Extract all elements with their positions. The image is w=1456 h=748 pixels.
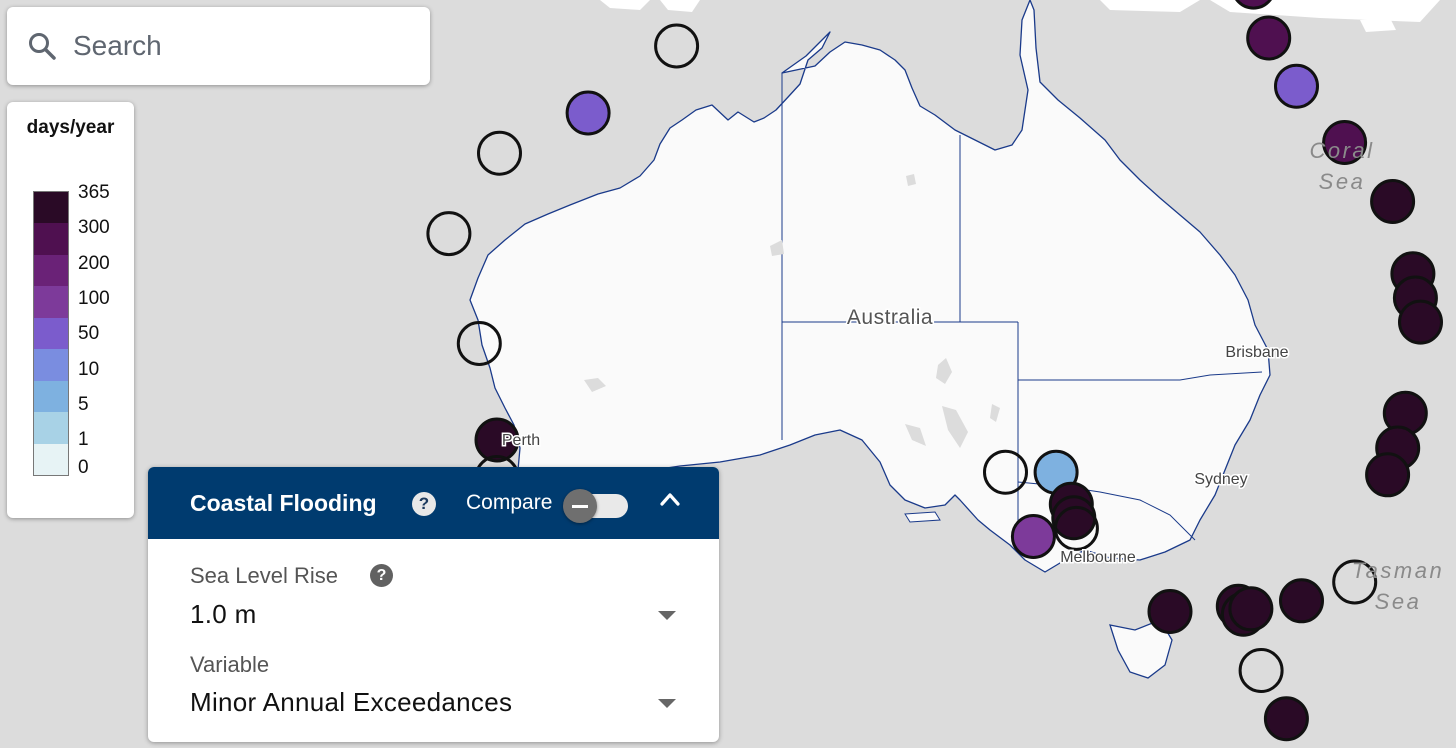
station-marker-carnarvon[interactable] bbox=[426, 211, 472, 257]
station-marker-townsville[interactable] bbox=[1274, 63, 1319, 109]
kangaroo-island bbox=[904, 511, 941, 523]
city-label-sydney: Sydney bbox=[1194, 471, 1247, 488]
station-marker-hobart[interactable] bbox=[1263, 696, 1309, 742]
tasman-sea-label: Tasman bbox=[1352, 558, 1444, 583]
compare-label: Compare bbox=[466, 491, 553, 514]
legend-swatch bbox=[34, 317, 68, 350]
legend-label: 0 bbox=[78, 457, 89, 478]
legend-swatch bbox=[34, 286, 68, 318]
city-label-melbourne: Melbourne bbox=[1060, 549, 1136, 566]
legend-swatch bbox=[34, 223, 68, 255]
variable-select[interactable]: Minor Annual Exceedances bbox=[178, 683, 698, 719]
legend-label: 100 bbox=[78, 288, 110, 309]
legend-swatch bbox=[34, 443, 68, 475]
legend-swatch bbox=[34, 192, 68, 224]
sea-level-help-icon[interactable]: ? bbox=[370, 564, 393, 587]
legend-swatch bbox=[34, 380, 68, 413]
city-label-perth: Perth bbox=[502, 432, 540, 449]
variable-dropdown-icon bbox=[658, 699, 676, 708]
island-5 bbox=[1360, 18, 1396, 32]
station-marker-port-hedland[interactable] bbox=[565, 90, 611, 136]
station-marker-tasmania-north[interactable] bbox=[1238, 648, 1284, 693]
city-label-brisbane: Brisbane bbox=[1225, 344, 1288, 361]
legend-swatch bbox=[34, 412, 68, 444]
station-marker-sydney-2[interactable] bbox=[1365, 452, 1411, 498]
search-icon bbox=[29, 33, 56, 60]
station-marker-broome[interactable] bbox=[654, 23, 700, 69]
station-marker-brisbane-3[interactable] bbox=[1398, 299, 1443, 345]
legend-label: 50 bbox=[78, 323, 100, 344]
legend-label: 5 bbox=[78, 394, 89, 415]
sea-level-rise-select[interactable]: 1.0 m bbox=[178, 595, 698, 631]
chevron-up-icon[interactable] bbox=[656, 485, 684, 513]
station-marker-onslow[interactable] bbox=[477, 130, 522, 176]
search-box[interactable] bbox=[7, 7, 430, 85]
station-marker-melbourne-3[interactable] bbox=[1228, 586, 1274, 632]
variable-value: Minor Annual Exceedances bbox=[190, 687, 513, 717]
legend-label: 200 bbox=[78, 253, 110, 274]
search-input[interactable] bbox=[71, 29, 405, 63]
coastal-flooding-panel: Coastal Flooding ? Compare Sea Level Ris… bbox=[148, 467, 719, 742]
variable-label: Variable bbox=[190, 652, 270, 677]
country-label: Australia bbox=[847, 306, 933, 329]
legend-label: 365 bbox=[78, 182, 110, 203]
compare-toggle-knob[interactable] bbox=[563, 489, 597, 523]
tasman-sea-label: Sea bbox=[1375, 589, 1422, 614]
island-3 bbox=[1100, 0, 1200, 12]
help-icon[interactable]: ? bbox=[412, 492, 436, 516]
sea-level-dropdown-icon bbox=[658, 611, 676, 620]
coral-sea-label: Sea bbox=[1319, 169, 1366, 194]
legend-label: 300 bbox=[78, 217, 110, 238]
legend-title: days/year bbox=[26, 117, 115, 138]
station-marker-lakes-entrance[interactable] bbox=[1279, 578, 1324, 624]
legend-swatch bbox=[34, 254, 68, 287]
legend-swatch bbox=[34, 349, 68, 381]
station-marker-cairns[interactable] bbox=[1246, 15, 1292, 61]
legend: days/year 365 300 200 100 50 10 5 1 0 bbox=[7, 102, 134, 518]
legend-label: 1 bbox=[78, 429, 89, 450]
island-2 bbox=[660, 0, 700, 12]
station-marker-portland[interactable] bbox=[1147, 589, 1193, 634]
station-marker-kangaroo-island[interactable] bbox=[1010, 514, 1056, 559]
legend-color-bar bbox=[33, 191, 69, 476]
panel-title: Coastal Flooding bbox=[190, 490, 377, 516]
sea-level-rise-value: 1.0 m bbox=[190, 599, 257, 629]
sea-level-rise-label: Sea Level Rise bbox=[190, 563, 338, 588]
island-1 bbox=[600, 0, 650, 10]
coral-sea-label: Coral bbox=[1309, 138, 1374, 163]
station-marker-gladstone[interactable] bbox=[1370, 179, 1416, 224]
panel-header: Coastal Flooding ? Compare bbox=[148, 467, 719, 539]
legend-label: 10 bbox=[78, 359, 100, 380]
